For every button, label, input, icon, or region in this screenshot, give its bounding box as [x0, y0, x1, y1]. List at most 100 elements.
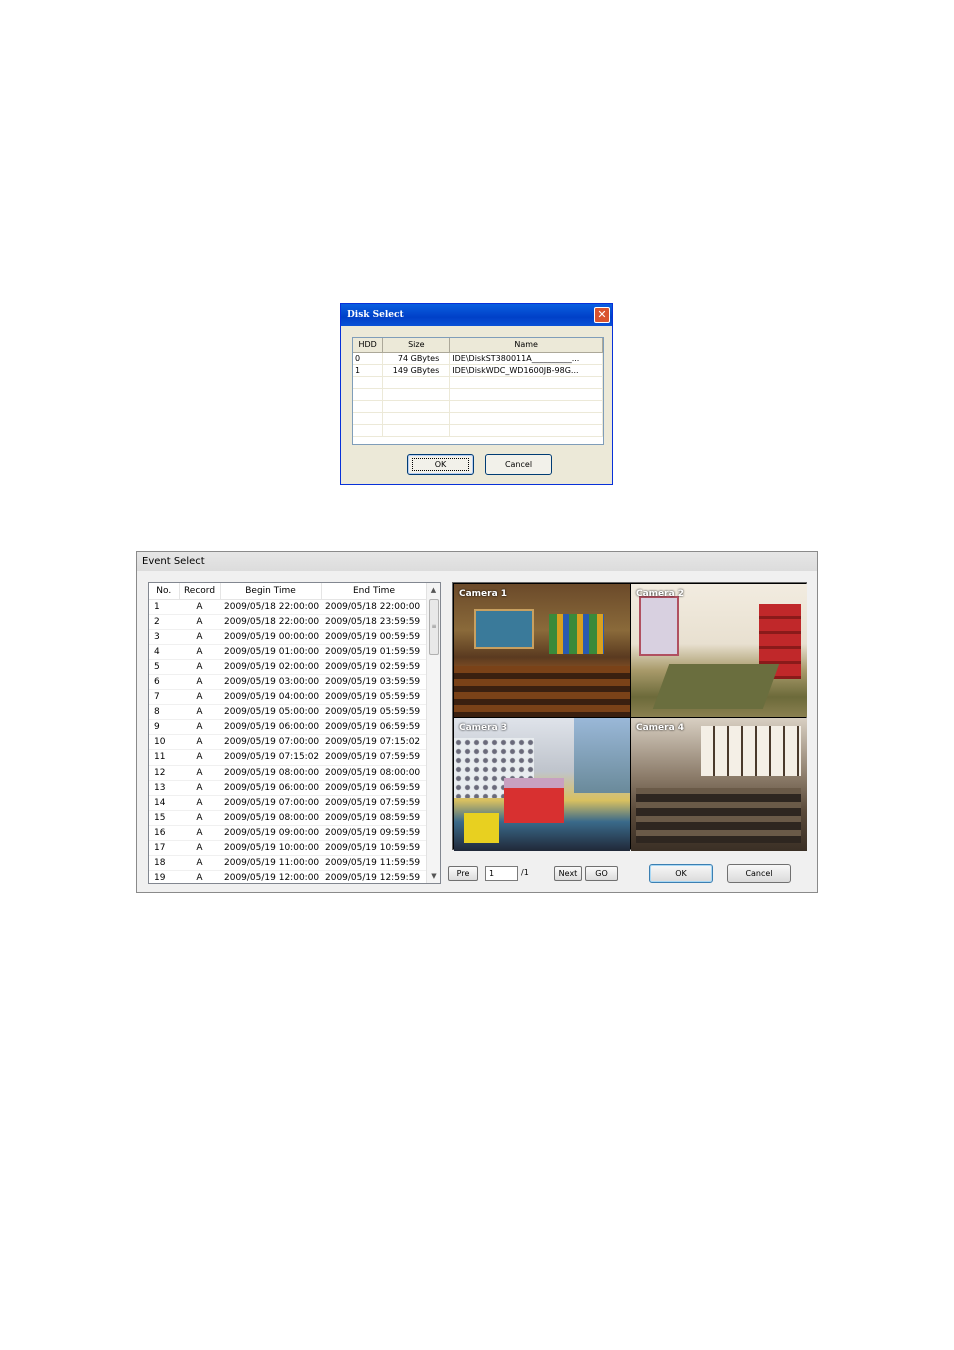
event-begin-time: 2009/05/19 07:00:00 — [220, 734, 321, 751]
event-number: 1 — [149, 599, 179, 615]
event-rows: 1 A 2009/05/18 22:00:00 2009/05/18 22:00:00… — [149, 599, 427, 883]
event-begin-time: 2009/05/19 11:00:00 — [220, 855, 321, 872]
event-number: 19 — [149, 870, 179, 883]
event-record-type: A — [179, 855, 220, 872]
event-row[interactable]: 7 A 2009/05/19 04:00:00 2009/05/19 05:59:59 — [149, 689, 427, 706]
event-begin-time: 2009/05/19 08:00:00 — [220, 765, 321, 781]
scroll-thumb[interactable]: ≡ — [429, 599, 439, 655]
event-end-time: 2009/05/18 22:00:00 — [321, 599, 427, 615]
cancel-button[interactable]: Cancel — [727, 864, 791, 883]
event-row[interactable]: 9 A 2009/05/19 06:00:00 2009/05/19 06:59:59 — [149, 719, 427, 736]
disk-row[interactable]: 0 74 GBytes IDE\DiskST380011A__________.… — [353, 352, 603, 365]
event-row[interactable]: 18 A 2009/05/19 11:00:00 2009/05/19 11:59:5… — [149, 855, 427, 872]
previous-page-button[interactable]: Pre — [448, 866, 478, 881]
event-list[interactable]: No. Record Begin Time End Time 1 A 2009/05… — [148, 582, 441, 884]
event-record-type: A — [179, 719, 220, 736]
event-number: 10 — [149, 734, 179, 751]
camera-label: Camera 3 — [459, 723, 508, 733]
column-header-hdd[interactable]: HDD — [353, 338, 384, 353]
event-row[interactable]: 8 A 2009/05/19 05:00:00 2009/05/19 05:59:59 — [149, 704, 427, 721]
event-record-type: A — [179, 825, 220, 842]
event-record-type: A — [179, 810, 220, 826]
column-header-end-time[interactable]: End Time — [321, 583, 428, 600]
go-button[interactable]: GO — [585, 866, 618, 881]
event-row[interactable]: 12 A 2009/05/19 08:00:00 2009/05/19 08:00:0… — [149, 765, 427, 781]
scroll-up-icon[interactable]: ▲ — [427, 583, 440, 597]
ok-button[interactable]: OK — [649, 864, 713, 883]
ok-button[interactable]: OK — [407, 454, 474, 475]
event-row[interactable]: 15 A 2009/05/19 08:00:00 2009/05/19 08:59:5… — [149, 810, 427, 826]
event-number: 4 — [149, 644, 179, 660]
event-begin-time: 2009/05/19 06:00:00 — [220, 780, 321, 796]
event-row[interactable]: 4 A 2009/05/19 01:00:00 2009/05/19 01:59:59 — [149, 644, 427, 660]
event-record-type: A — [179, 749, 220, 766]
cancel-button[interactable]: Cancel — [485, 454, 552, 475]
rug-image — [652, 664, 780, 709]
event-number: 15 — [149, 810, 179, 826]
event-row[interactable]: 11 A 2009/05/19 07:15:02 2009/05/19 07:59:5… — [149, 749, 427, 766]
event-begin-time: 2009/05/19 05:00:00 — [220, 704, 321, 721]
close-icon[interactable]: ✕ — [594, 307, 610, 323]
event-number: 2 — [149, 614, 179, 630]
disk-list-header: HDD Size Name — [353, 338, 603, 353]
event-end-time: 2009/05/19 02:59:59 — [321, 659, 427, 675]
disk-name: IDE\DiskWDC_WD1600JB-98G... — [449, 364, 603, 377]
column-header-size[interactable]: Size — [382, 338, 451, 353]
disk-hdd: 1 — [353, 364, 384, 377]
event-record-type: A — [179, 659, 220, 675]
event-list-scrollbar[interactable]: ▲ ≡ ▼ — [426, 583, 440, 883]
camera-2-view[interactable]: Camera 2 — [631, 584, 807, 717]
event-select-titlebar[interactable]: Event Select — [137, 552, 817, 571]
page-number-input[interactable]: 1 — [485, 866, 518, 881]
event-end-time: 2009/05/19 05:59:59 — [321, 704, 427, 721]
event-record-type: A — [179, 629, 220, 645]
event-number: 9 — [149, 719, 179, 736]
event-record-type: A — [179, 704, 220, 721]
column-header-no[interactable]: No. — [149, 583, 180, 600]
column-header-name[interactable]: Name — [449, 338, 603, 353]
event-row[interactable]: 14 A 2009/05/19 07:00:00 2009/05/19 07:59:5… — [149, 795, 427, 811]
desks-image — [454, 666, 630, 717]
disk-list[interactable]: HDD Size Name 0 74 GBytes IDE\DiskST3800… — [352, 337, 604, 445]
scroll-down-icon[interactable]: ▼ — [427, 869, 440, 883]
disk-row[interactable]: 1 149 GBytes IDE\DiskWDC_WD1600JB-98G... — [353, 364, 603, 377]
event-row[interactable]: 6 A 2009/05/19 03:00:00 2009/05/19 03:59:59 — [149, 674, 427, 691]
event-end-time: 2009/05/19 12:59:59 — [321, 870, 427, 883]
event-number: 12 — [149, 765, 179, 781]
event-row[interactable]: 3 A 2009/05/19 00:00:00 2009/05/19 00:59:59 — [149, 629, 427, 645]
event-row[interactable]: 13 A 2009/05/19 06:00:00 2009/05/19 06:59:5… — [149, 780, 427, 796]
event-row[interactable]: 10 A 2009/05/19 07:00:00 2009/05/19 07:15:0… — [149, 734, 427, 751]
event-row[interactable]: 1 A 2009/05/18 22:00:00 2009/05/18 22:00:00 — [149, 599, 427, 615]
event-record-type: A — [179, 674, 220, 691]
event-record-type: A — [179, 689, 220, 706]
event-begin-time: 2009/05/19 01:00:00 — [220, 644, 321, 660]
event-begin-time: 2009/05/19 02:00:00 — [220, 659, 321, 675]
event-number: 8 — [149, 704, 179, 721]
event-end-time: 2009/05/19 03:59:59 — [321, 674, 427, 691]
event-end-time: 2009/05/19 07:59:59 — [321, 749, 427, 766]
event-number: 5 — [149, 659, 179, 675]
event-begin-time: 2009/05/19 04:00:00 — [220, 689, 321, 706]
window-image — [639, 596, 679, 656]
column-header-begin-time[interactable]: Begin Time — [220, 583, 322, 600]
event-end-time: 2009/05/19 08:00:00 — [321, 765, 427, 781]
disk-name: IDE\DiskST380011A__________... — [449, 352, 603, 365]
camera-4-view[interactable]: Camera 4 — [631, 718, 807, 851]
event-row[interactable]: 19 A 2009/05/19 12:00:00 2009/05/19 12:59:5… — [149, 870, 427, 883]
event-number: 17 — [149, 840, 179, 857]
event-number: 14 — [149, 795, 179, 811]
event-row[interactable]: 16 A 2009/05/19 09:00:00 2009/05/19 09:59:5… — [149, 825, 427, 842]
event-row[interactable]: 2 A 2009/05/18 22:00:00 2009/05/18 23:59:59 — [149, 614, 427, 630]
camera-3-view[interactable]: Camera 3 — [454, 718, 630, 851]
disk-select-titlebar[interactable]: Disk Select ✕ — [341, 304, 612, 326]
event-row[interactable]: 5 A 2009/05/19 02:00:00 2009/05/19 02:59:59 — [149, 659, 427, 675]
event-end-time: 2009/05/19 05:59:59 — [321, 689, 427, 706]
column-header-record[interactable]: Record — [179, 583, 221, 600]
event-end-time: 2009/05/19 06:59:59 — [321, 780, 427, 796]
event-row[interactable]: 17 A 2009/05/19 10:00:00 2009/05/19 10:59:5… — [149, 840, 427, 857]
playhouse-image — [504, 778, 564, 823]
camera-1-view[interactable]: Camera 1 — [454, 584, 630, 717]
next-page-button[interactable]: Next — [554, 866, 582, 881]
event-begin-time: 2009/05/19 10:00:00 — [220, 840, 321, 857]
camera-label: Camera 2 — [636, 589, 685, 599]
